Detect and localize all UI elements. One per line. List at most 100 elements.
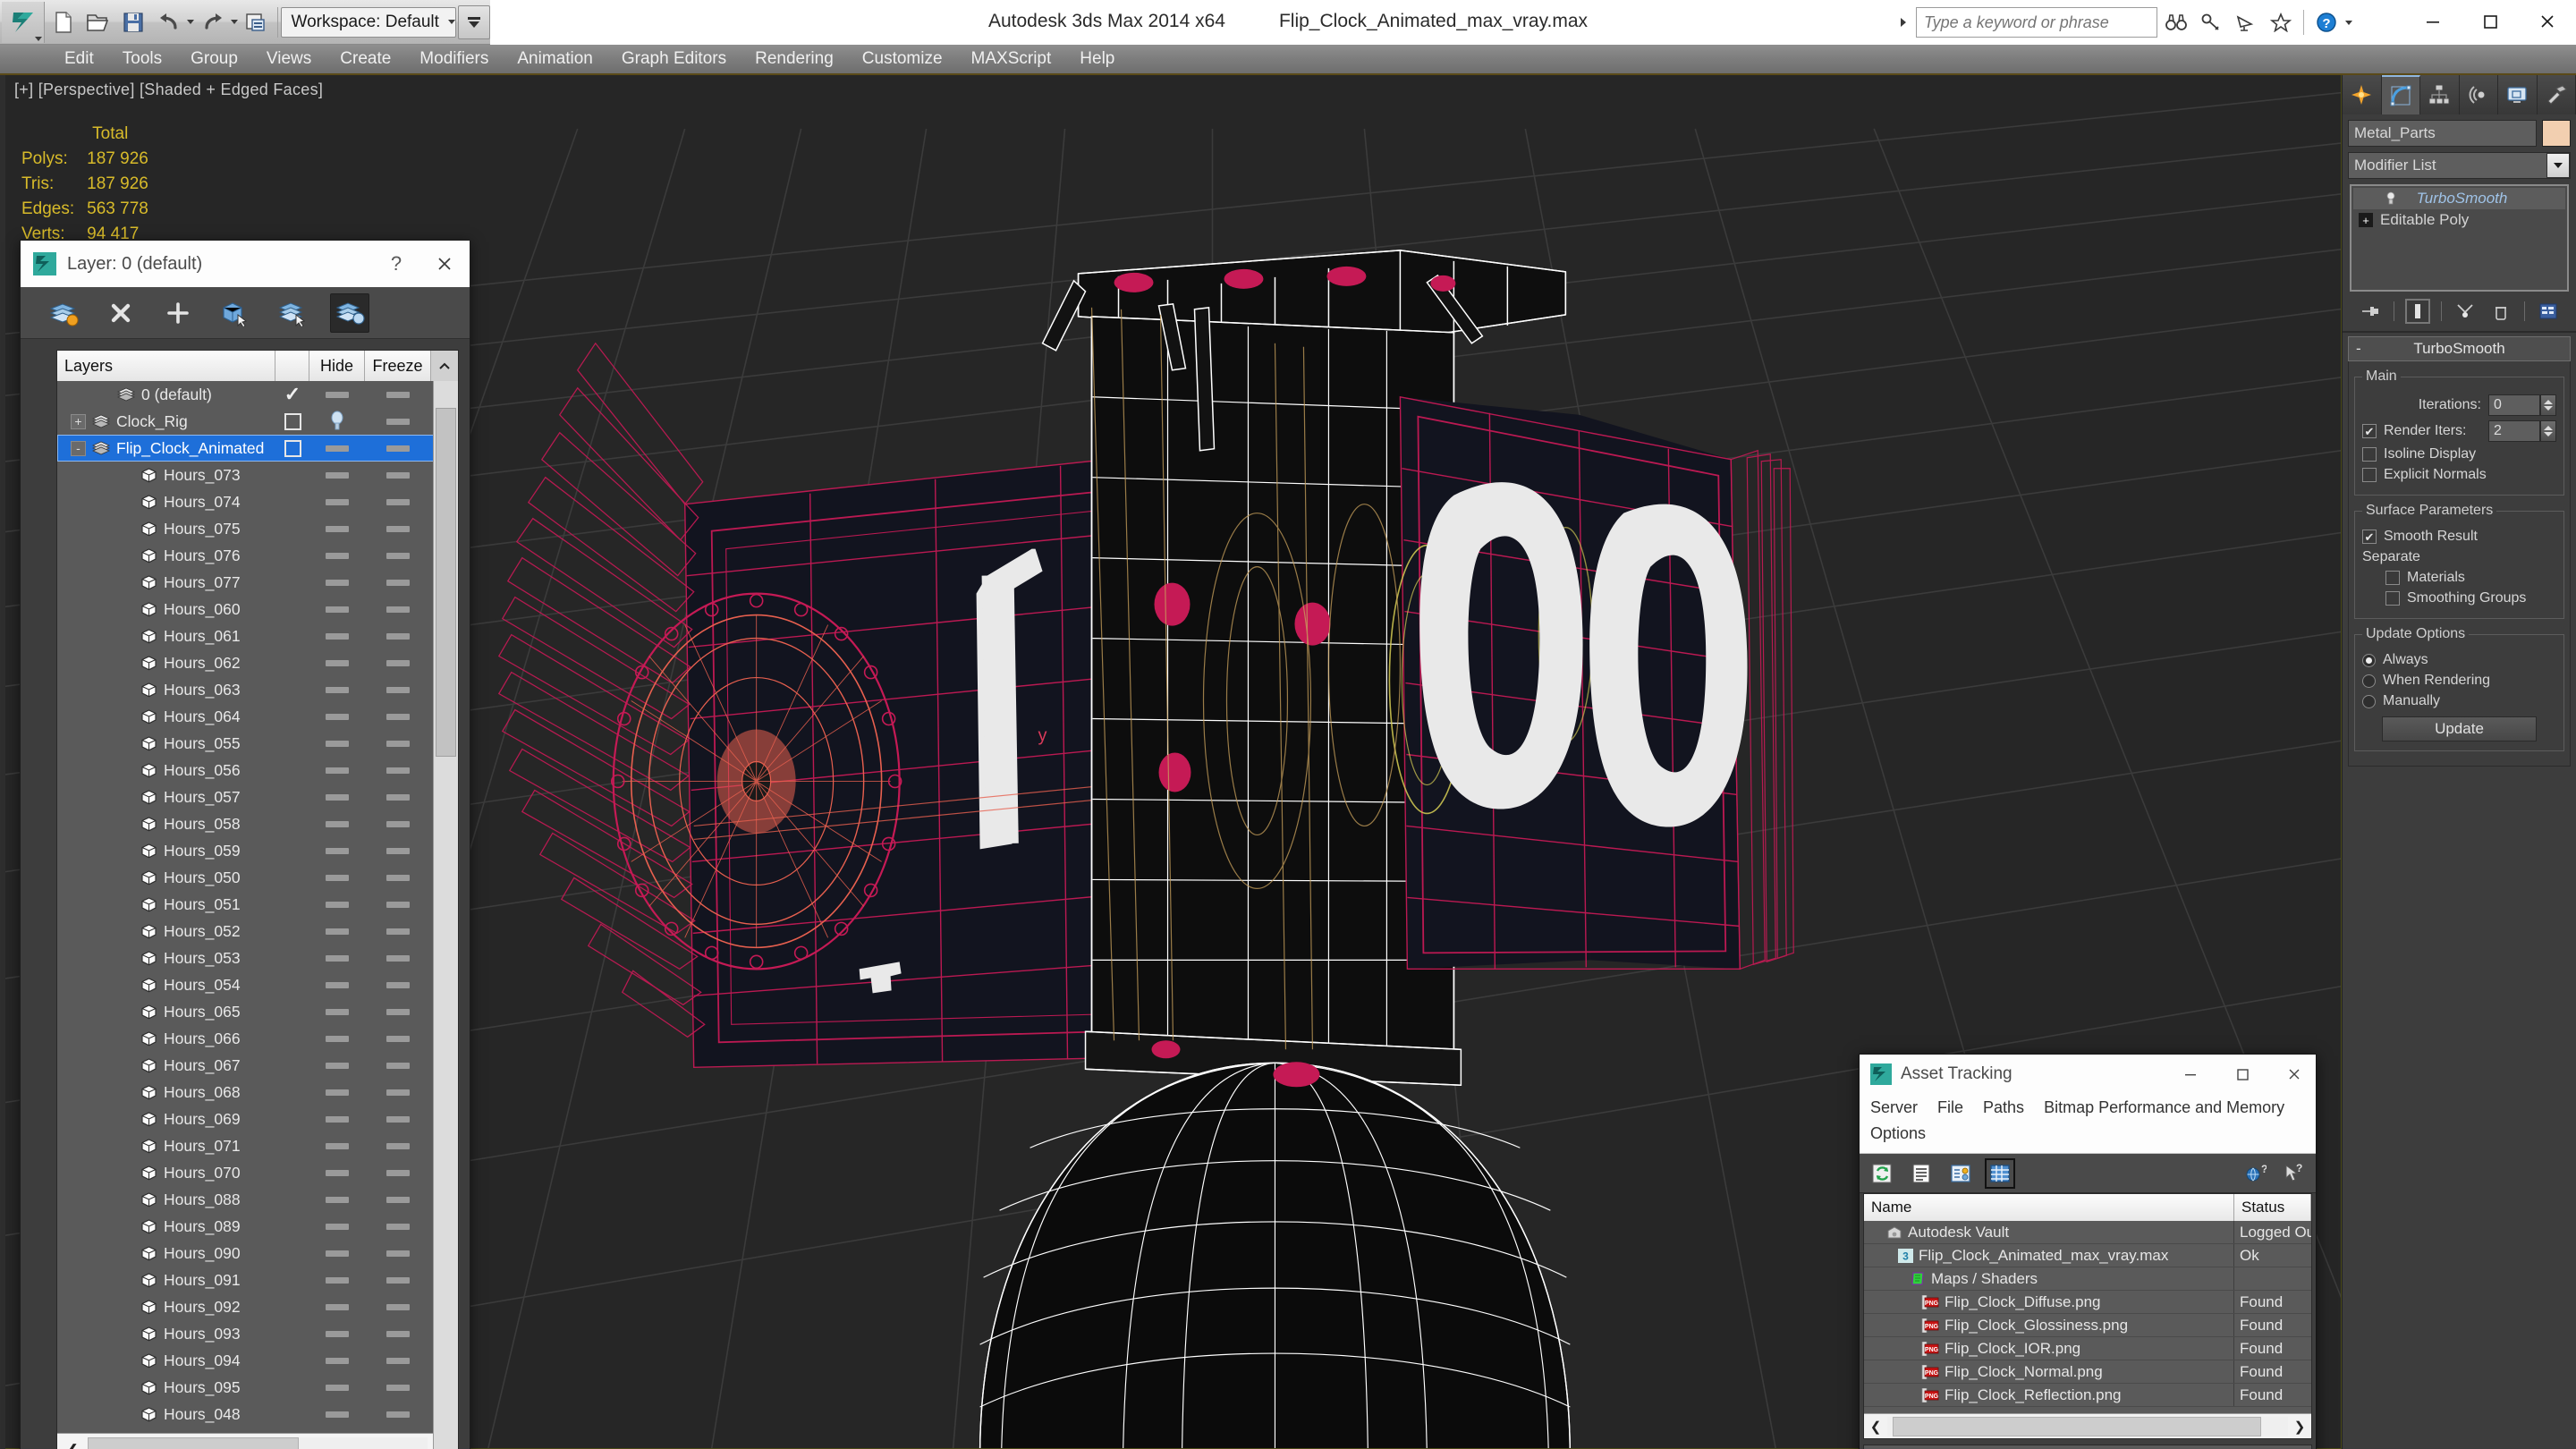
tab-motion[interactable] bbox=[2459, 75, 2498, 114]
layer-hide-cell[interactable] bbox=[309, 847, 365, 854]
layer-row-name-cell[interactable]: Hours_076 bbox=[57, 547, 275, 565]
layer-freeze-cell[interactable] bbox=[365, 767, 431, 774]
refresh-icon[interactable] bbox=[1868, 1160, 1895, 1187]
layer-vertical-scrollbar[interactable] bbox=[433, 381, 458, 1449]
layer-row[interactable]: Hours_056 bbox=[57, 757, 458, 784]
layer-row-name-cell[interactable]: Hours_064 bbox=[57, 708, 275, 726]
remove-modifier-icon[interactable] bbox=[2488, 299, 2513, 324]
layer-hide-cell[interactable] bbox=[309, 606, 365, 613]
select-objects-in-layer-icon[interactable] bbox=[216, 293, 255, 333]
layer-row-name-cell[interactable]: Hours_062 bbox=[57, 654, 275, 673]
layer-freeze-cell[interactable] bbox=[365, 1089, 431, 1096]
search-input[interactable] bbox=[1916, 7, 2157, 38]
help-icon[interactable]: ? bbox=[2310, 7, 2343, 38]
layer-row[interactable]: Hours_049 bbox=[57, 1428, 458, 1434]
layer-hide-cell[interactable] bbox=[309, 1357, 365, 1364]
menu-item-tools[interactable]: Tools bbox=[108, 46, 176, 72]
asset-tracking-dialog[interactable]: Asset Tracking Server File Paths Bitmap … bbox=[1859, 1054, 2317, 1449]
add-selected-objects-icon[interactable] bbox=[158, 293, 198, 333]
layer-column-hide[interactable]: Hide bbox=[309, 351, 365, 381]
layer-row-name-cell[interactable]: Hours_048 bbox=[57, 1405, 275, 1424]
layer-hide-cell[interactable] bbox=[309, 579, 365, 586]
layer-freeze-cell[interactable] bbox=[365, 1330, 431, 1337]
layer-row-name-cell[interactable]: Hours_058 bbox=[57, 815, 275, 834]
layer-freeze-cell[interactable] bbox=[365, 686, 431, 693]
asset-menu-server[interactable]: Server bbox=[1870, 1096, 1918, 1120]
layer-hide-cell[interactable] bbox=[309, 445, 365, 452]
layer-list-panel[interactable]: Layers Hide Freeze 0 (default) ✓ + Clock_Ri… bbox=[56, 350, 459, 1449]
layer-manager-dialog[interactable]: Layer: 0 (default) ? Layers Hide Freeze … bbox=[20, 240, 470, 1449]
layer-row-name-cell[interactable]: Hours_063 bbox=[57, 681, 275, 699]
layer-row[interactable]: Hours_060 bbox=[57, 596, 458, 623]
layer-row[interactable]: Hours_077 bbox=[57, 569, 458, 596]
layer-freeze-cell[interactable] bbox=[365, 1035, 431, 1042]
layer-freeze-cell[interactable] bbox=[365, 1303, 431, 1310]
tab-hierarchy[interactable] bbox=[2420, 75, 2460, 114]
asset-row[interactable]: PNG Flip_Clock_Diffuse.png Found bbox=[1864, 1291, 2311, 1314]
layer-hide-cell[interactable] bbox=[309, 525, 365, 532]
redo-dropdown-caret-icon[interactable] bbox=[231, 20, 239, 24]
modifier-list-dropdown[interactable]: Modifier List bbox=[2348, 152, 2571, 179]
tab-utilities[interactable] bbox=[2537, 75, 2576, 114]
layer-hide-cell[interactable] bbox=[309, 686, 365, 693]
layer-freeze-cell[interactable] bbox=[365, 445, 431, 452]
layer-freeze-cell[interactable] bbox=[365, 1411, 431, 1418]
workspace-selector[interactable]: Workspace: Default bbox=[281, 6, 457, 38]
layer-freeze-cell[interactable] bbox=[365, 874, 431, 881]
layer-freeze-cell[interactable] bbox=[365, 1357, 431, 1364]
layer-hide-cell[interactable] bbox=[309, 632, 365, 640]
asset-menu-paths[interactable]: Paths bbox=[1983, 1096, 2024, 1120]
asset-rows-container[interactable]: Autodesk Vault Logged Ou 3 Flip_Clock_Anima… bbox=[1864, 1221, 2311, 1413]
menu-item-create[interactable]: Create bbox=[326, 46, 405, 72]
menu-item-graph-editors[interactable]: Graph Editors bbox=[607, 46, 741, 72]
asset-row[interactable]: Autodesk Vault Logged Ou bbox=[1864, 1221, 2311, 1244]
viewport-label[interactable]: [+] [Perspective] [Shaded + Edged Faces] bbox=[14, 80, 323, 99]
asset-scroll-right-icon[interactable]: ❯ bbox=[2288, 1419, 2311, 1435]
layer-row[interactable]: 0 (default) ✓ bbox=[57, 381, 458, 408]
asset-row[interactable]: PNG Flip_Clock_Reflection.png Found bbox=[1864, 1384, 2311, 1407]
layer-freeze-cell[interactable] bbox=[365, 525, 431, 532]
close-button[interactable] bbox=[2519, 0, 2576, 43]
layer-row-name-cell[interactable]: Hours_051 bbox=[57, 895, 275, 914]
layer-freeze-cell[interactable] bbox=[365, 928, 431, 935]
layer-hide-cell[interactable] bbox=[309, 1276, 365, 1284]
update-option-manually-row[interactable]: Manually bbox=[2362, 693, 2556, 709]
layer-freeze-cell[interactable] bbox=[365, 1384, 431, 1391]
layer-row-name-cell[interactable]: Hours_091 bbox=[57, 1271, 275, 1290]
layer-hide-cell[interactable] bbox=[309, 1169, 365, 1176]
menu-item-modifiers[interactable]: Modifiers bbox=[405, 46, 503, 72]
layer-freeze-cell[interactable] bbox=[365, 632, 431, 640]
layer-freeze-cell[interactable] bbox=[365, 1142, 431, 1149]
layer-freeze-cell[interactable] bbox=[365, 552, 431, 559]
project-folder-button[interactable] bbox=[240, 4, 273, 40]
undo-dropdown-caret-icon[interactable] bbox=[187, 20, 195, 24]
layer-dialog-titlebar[interactable]: Layer: 0 (default) ? bbox=[21, 241, 470, 287]
new-file-button[interactable] bbox=[47, 4, 80, 40]
redo-button[interactable] bbox=[196, 4, 229, 40]
layer-row-name-cell[interactable]: Hours_060 bbox=[57, 600, 275, 619]
menu-item-group[interactable]: Group bbox=[176, 46, 252, 72]
pin-stack-icon[interactable] bbox=[2358, 299, 2383, 324]
asset-scroll-left-icon[interactable]: ❮ bbox=[1864, 1419, 1887, 1435]
collapse-minus-icon[interactable]: - bbox=[71, 440, 86, 456]
detail-view-icon[interactable] bbox=[1947, 1160, 1974, 1187]
layer-row[interactable]: Hours_089 bbox=[57, 1213, 458, 1240]
delete-layer-icon[interactable] bbox=[101, 293, 140, 333]
layer-row[interactable]: Hours_094 bbox=[57, 1347, 458, 1374]
layer-row[interactable]: Hours_051 bbox=[57, 891, 458, 918]
application-menu-button[interactable] bbox=[2, 1, 46, 43]
layer-freeze-cell[interactable] bbox=[365, 606, 431, 613]
layer-hide-cell[interactable] bbox=[309, 1411, 365, 1418]
asset-menu-bitmap[interactable]: Bitmap Performance and Memory bbox=[2044, 1096, 2284, 1120]
layer-row-name-cell[interactable]: Hours_055 bbox=[57, 734, 275, 753]
layer-hide-cell[interactable] bbox=[309, 793, 365, 801]
layer-hide-cell[interactable] bbox=[309, 820, 365, 827]
layer-row[interactable]: Hours_057 bbox=[57, 784, 458, 810]
layer-freeze-cell[interactable] bbox=[365, 418, 431, 425]
layer-freeze-cell[interactable] bbox=[365, 498, 431, 505]
menu-item-views[interactable]: Views bbox=[252, 46, 326, 72]
search-expand-arrow-icon[interactable] bbox=[1894, 7, 1913, 38]
layer-row[interactable]: Hours_069 bbox=[57, 1106, 458, 1132]
layer-freeze-cell[interactable] bbox=[365, 820, 431, 827]
layer-row-name-cell[interactable]: Hours_094 bbox=[57, 1352, 275, 1370]
